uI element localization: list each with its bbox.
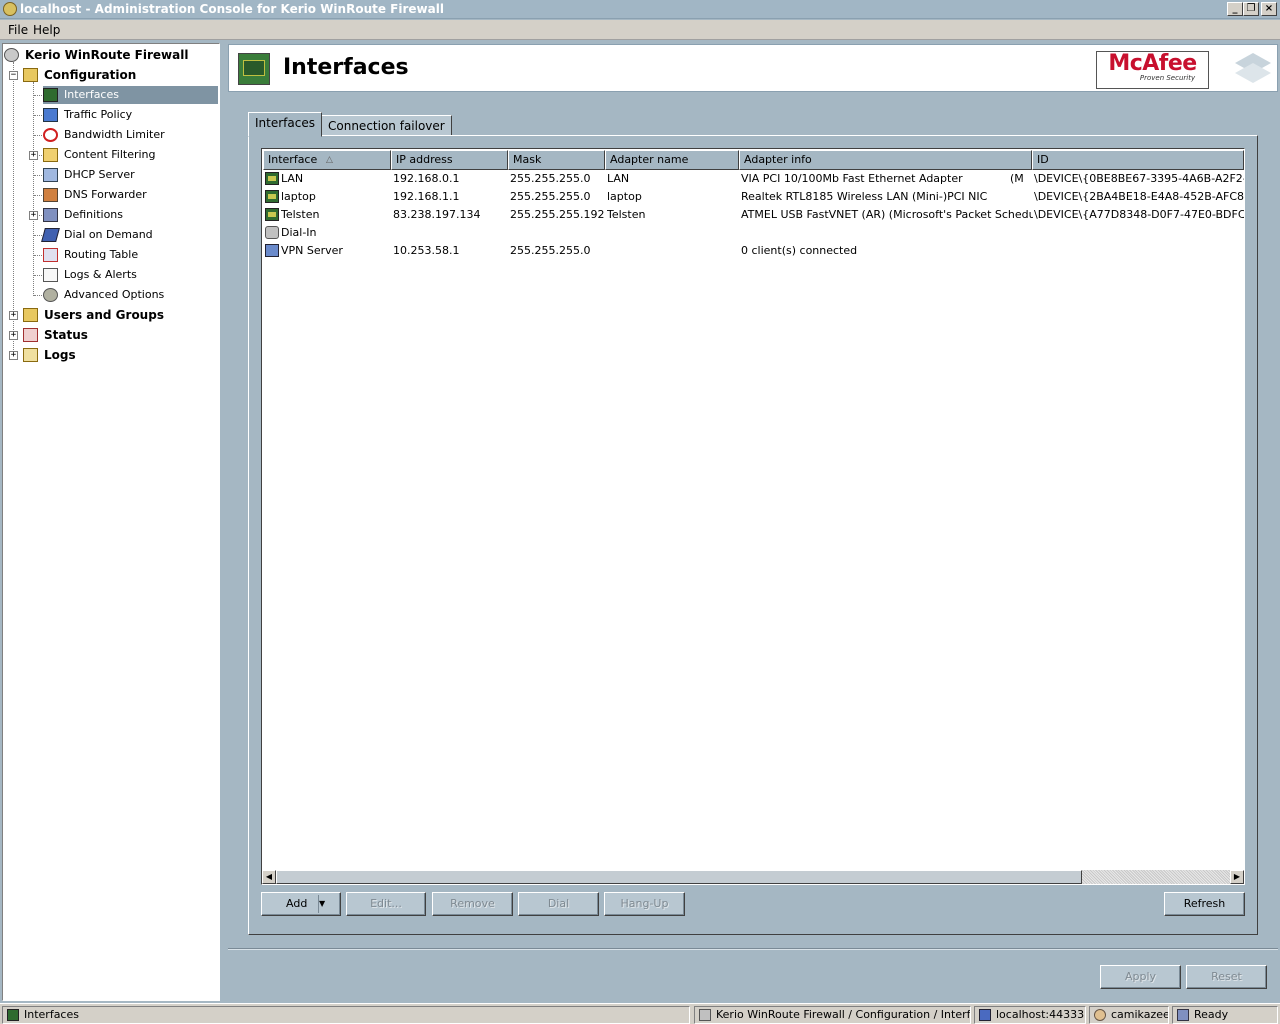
network-card-icon bbox=[7, 1009, 19, 1021]
network-card-icon bbox=[265, 190, 279, 203]
horizontal-scrollbar[interactable]: ◀ ▶ bbox=[262, 870, 1244, 884]
column-adapter-name[interactable]: Adapter name bbox=[605, 150, 739, 170]
reset-button[interactable]: Reset bbox=[1186, 965, 1267, 989]
page-header: Interfaces McAfee Proven Security bbox=[228, 44, 1278, 92]
tree-item-configuration[interactable]: Configuration bbox=[23, 66, 203, 84]
scroll-left-icon[interactable]: ◀ bbox=[262, 870, 276, 884]
window-title: localhost - Administration Console for K… bbox=[20, 2, 444, 16]
expand-definitions-icon[interactable]: + bbox=[29, 211, 38, 220]
dial-in-icon bbox=[265, 226, 279, 239]
collapse-configuration-icon[interactable]: − bbox=[9, 71, 18, 80]
users-icon bbox=[23, 308, 38, 322]
mcafee-logo: McAfee Proven Security bbox=[1096, 51, 1209, 89]
tab-connection-failover[interactable]: Connection failover bbox=[321, 115, 452, 137]
connection-icon bbox=[1177, 1009, 1189, 1021]
kerio-logo-icon bbox=[1235, 53, 1271, 83]
table-row[interactable]: Telsten 83.238.197.134 255.255.255.192 T… bbox=[263, 206, 1244, 224]
page-title: Interfaces bbox=[283, 55, 409, 80]
network-card-icon bbox=[265, 208, 279, 221]
scroll-right-icon[interactable]: ▶ bbox=[1230, 870, 1244, 884]
folder-icon bbox=[43, 148, 58, 162]
computer-icon bbox=[43, 168, 58, 182]
table-row[interactable]: laptop 192.168.1.1 255.255.255.0 laptop … bbox=[263, 188, 1244, 206]
column-mask[interactable]: Mask bbox=[508, 150, 605, 170]
status-chart-icon bbox=[23, 328, 38, 342]
firewall-icon bbox=[4, 48, 19, 62]
tree-item-interfaces[interactable]: Interfaces bbox=[43, 86, 218, 104]
tree-path-icon bbox=[699, 1009, 711, 1021]
remove-button[interactable]: Remove bbox=[432, 892, 513, 916]
dropdown-arrow-icon[interactable]: ▼ bbox=[318, 895, 340, 913]
routing-icon bbox=[43, 248, 58, 262]
close-button[interactable]: × bbox=[1261, 2, 1277, 16]
menu-bar: File Help bbox=[0, 20, 1280, 40]
dns-icon bbox=[43, 188, 58, 202]
hang-up-button[interactable]: Hang-Up bbox=[604, 892, 685, 916]
network-card-icon bbox=[43, 88, 58, 102]
column-adapter-info[interactable]: Adapter info bbox=[739, 150, 1032, 170]
interfaces-table[interactable]: Interface △ IP address Mask Adapter name… bbox=[261, 148, 1245, 885]
minimize-button[interactable]: _ bbox=[1227, 2, 1243, 16]
scrollbar-thumb[interactable] bbox=[276, 870, 1082, 884]
navigation-tree: Kerio WinRoute Firewall − Configuration … bbox=[2, 43, 220, 1001]
menu-help[interactable]: Help bbox=[33, 23, 60, 37]
apply-button[interactable]: Apply bbox=[1100, 965, 1181, 989]
gears-icon bbox=[43, 288, 58, 302]
computer-icon bbox=[979, 1009, 991, 1021]
expand-logs-icon[interactable]: + bbox=[9, 351, 18, 360]
status-current-section: Interfaces bbox=[2, 1006, 690, 1024]
expand-status-icon[interactable]: + bbox=[9, 331, 18, 340]
expand-content-filtering-icon[interactable]: + bbox=[29, 151, 38, 160]
tab-interfaces[interactable]: Interfaces bbox=[248, 112, 322, 137]
books-icon bbox=[43, 208, 58, 222]
title-bar: localhost - Administration Console for K… bbox=[0, 0, 1280, 19]
traffic-policy-icon bbox=[43, 108, 58, 122]
divider bbox=[228, 948, 1278, 950]
expand-users-groups-icon[interactable]: + bbox=[9, 311, 18, 320]
status-state: Ready bbox=[1172, 1006, 1278, 1024]
dial-button[interactable]: Dial bbox=[518, 892, 599, 916]
status-server: localhost:44333 bbox=[974, 1006, 1086, 1024]
edit-button[interactable]: Edit... bbox=[346, 892, 426, 916]
scrollbar-track[interactable] bbox=[1082, 870, 1230, 884]
user-icon bbox=[1094, 1009, 1106, 1021]
bandwidth-limiter-icon bbox=[43, 128, 58, 142]
table-row[interactable]: Dial-In bbox=[263, 224, 1243, 242]
log-icon bbox=[43, 268, 58, 282]
network-card-icon bbox=[265, 172, 279, 185]
network-card-icon bbox=[238, 53, 270, 85]
status-user: camikazee bbox=[1089, 1006, 1169, 1024]
restore-button[interactable]: ❐ bbox=[1243, 2, 1259, 16]
tree-root[interactable]: Kerio WinRoute Firewall bbox=[4, 46, 204, 64]
status-bar: Interfaces Kerio WinRoute Firewall / Con… bbox=[0, 1003, 1280, 1024]
dial-icon bbox=[41, 228, 60, 242]
table-row[interactable]: VPN Server 10.253.58.1 255.255.255.0 0 c… bbox=[263, 242, 1243, 260]
add-button[interactable]: Add ▼ bbox=[261, 892, 341, 916]
logs-folder-icon bbox=[23, 348, 38, 362]
sort-ascending-icon: △ bbox=[326, 155, 333, 165]
status-path: Kerio WinRoute Firewall / Configuration … bbox=[694, 1006, 971, 1024]
column-interface[interactable]: Interface △ bbox=[263, 150, 391, 170]
vpn-server-icon bbox=[265, 244, 279, 257]
configuration-folder-icon bbox=[23, 68, 38, 82]
app-icon bbox=[3, 2, 17, 16]
column-id[interactable]: ID bbox=[1032, 150, 1244, 170]
table-row[interactable]: LAN 192.168.0.1 255.255.255.0 LAN VIA PC… bbox=[263, 170, 1244, 188]
menu-file[interactable]: File bbox=[8, 23, 28, 37]
refresh-button[interactable]: Refresh bbox=[1164, 892, 1245, 916]
column-ip-address[interactable]: IP address bbox=[391, 150, 508, 170]
